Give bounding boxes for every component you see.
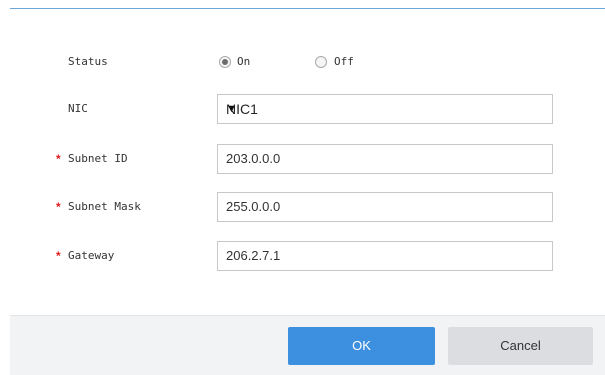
ok-button[interactable]: OK bbox=[288, 327, 435, 365]
dialog-top-border bbox=[10, 8, 605, 9]
cancel-button[interactable]: Cancel bbox=[448, 327, 593, 365]
required-mark: * bbox=[56, 249, 61, 263]
nic-select[interactable]: NIC1 ▼ bbox=[217, 94, 553, 124]
gateway-input[interactable]: 206.2.7.1 bbox=[217, 241, 553, 271]
status-on-radio[interactable] bbox=[219, 56, 231, 68]
subnet-id-label: Subnet ID bbox=[68, 152, 128, 165]
subnet-mask-row: * Subnet Mask 255.0.0.0 bbox=[0, 192, 605, 222]
subnet-id-row: * Subnet ID 203.0.0.0 bbox=[0, 144, 605, 174]
gateway-row: * Gateway 206.2.7.1 bbox=[0, 241, 605, 271]
status-off-radio[interactable] bbox=[315, 56, 327, 68]
nic-label: NIC bbox=[68, 102, 88, 115]
required-mark: * bbox=[56, 200, 61, 214]
subnet-id-value: 203.0.0.0 bbox=[226, 151, 281, 166]
subnet-mask-value: 255.0.0.0 bbox=[226, 199, 281, 214]
status-label: Status bbox=[68, 55, 108, 68]
subnet-id-input[interactable]: 203.0.0.0 bbox=[217, 144, 553, 174]
dropdown-arrow-icon[interactable]: ▼ bbox=[226, 95, 544, 123]
required-mark: * bbox=[56, 152, 61, 166]
gateway-label: Gateway bbox=[68, 249, 115, 262]
subnet-mask-input[interactable]: 255.0.0.0 bbox=[217, 192, 553, 222]
subnet-mask-label: Subnet Mask bbox=[68, 200, 141, 213]
nic-row: NIC NIC1 ▼ bbox=[0, 94, 605, 124]
status-row: Status On Off bbox=[0, 47, 605, 77]
status-off-label[interactable]: Off bbox=[334, 47, 354, 77]
dialog-footer: OK Cancel bbox=[10, 315, 605, 375]
gateway-value: 206.2.7.1 bbox=[226, 248, 281, 263]
status-on-label[interactable]: On bbox=[237, 47, 250, 77]
